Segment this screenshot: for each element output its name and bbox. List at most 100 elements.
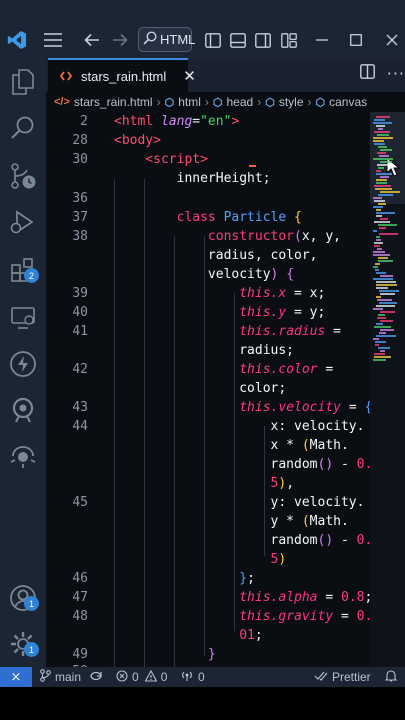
code-line[interactable]: random() - 0. bbox=[46, 531, 370, 550]
tab-close-icon[interactable]: ✕ bbox=[183, 67, 196, 85]
forward-arrow-icon[interactable] bbox=[108, 26, 132, 54]
minimap-line bbox=[374, 119, 385, 121]
code-token: x: velocity. bbox=[114, 419, 365, 434]
code-text: <html lang="en"> bbox=[114, 112, 239, 131]
minimap-line bbox=[376, 287, 388, 289]
vscode-logo-icon bbox=[6, 26, 28, 54]
breadcrumb-item-canvas[interactable]: canvas bbox=[329, 95, 367, 109]
back-arrow-icon[interactable] bbox=[80, 26, 104, 54]
element-cube-icon: ⬡ bbox=[315, 96, 326, 109]
code-line[interactable]: color; bbox=[46, 379, 370, 398]
code-line[interactable]: 38 constructor(x, y, bbox=[46, 227, 370, 246]
maximize-icon[interactable] bbox=[346, 26, 366, 54]
code-editor[interactable]: 2 <html lang="en"> 28 <body> 30 <script> inn… bbox=[46, 112, 370, 667]
code-line[interactable]: 42 this.color = bbox=[46, 360, 370, 379]
code-line[interactable]: 44 x: velocity. bbox=[46, 417, 370, 436]
code-token: () bbox=[317, 457, 334, 472]
breadcrumb-item-html[interactable]: html bbox=[178, 95, 201, 109]
error-count: 0 bbox=[132, 670, 139, 684]
code-token: random bbox=[114, 457, 318, 472]
minimap-line bbox=[378, 203, 386, 205]
search-icon[interactable] bbox=[9, 114, 37, 142]
sync-icon[interactable] bbox=[89, 670, 103, 685]
minimap[interactable] bbox=[370, 112, 405, 667]
command-center-search[interactable]: HTML bbox=[138, 27, 195, 52]
toggle-panel-icon[interactable] bbox=[228, 26, 248, 54]
code-line[interactable]: 5) bbox=[46, 550, 370, 569]
toggle-primary-sidebar-icon[interactable] bbox=[203, 26, 223, 54]
code-line[interactable]: 48 this.gravity = 0. bbox=[46, 607, 370, 626]
problems-indicator[interactable]: 0 0 bbox=[116, 667, 167, 687]
minimap-line bbox=[380, 275, 393, 277]
code-token: = bbox=[333, 609, 357, 624]
close-icon[interactable] bbox=[382, 26, 402, 54]
minimap-line bbox=[380, 329, 394, 331]
code-line[interactable]: 41 this.radius = bbox=[46, 322, 370, 341]
breadcrumb-item-head[interactable]: head bbox=[227, 95, 254, 109]
code-token: random bbox=[114, 533, 318, 548]
tab-stars-rain-html[interactable]: stars_rain.html ✕ bbox=[48, 58, 196, 92]
element-cube-icon: ⬡ bbox=[265, 96, 275, 109]
code-line[interactable]: 2 <html lang="en"> bbox=[46, 112, 370, 131]
code-line[interactable]: 46 }; bbox=[46, 569, 370, 588]
gitlens-icon[interactable] bbox=[9, 396, 37, 424]
chevron-right-icon: › bbox=[204, 95, 209, 109]
code-line[interactable]: 39 this.x = x; bbox=[46, 284, 370, 303]
minimap-line bbox=[376, 209, 381, 211]
code-token: 0. bbox=[356, 457, 370, 472]
breadcrumb-item-style[interactable]: style bbox=[279, 95, 304, 109]
code-line[interactable]: 45 y: velocity. bbox=[46, 493, 370, 512]
branch-indicator[interactable]: main bbox=[40, 667, 103, 687]
minimap-line bbox=[374, 221, 390, 223]
code-token: ( bbox=[301, 438, 310, 453]
source-control-icon[interactable] bbox=[9, 162, 37, 190]
line-number: 42 bbox=[72, 362, 88, 377]
toggle-secondary-sidebar-icon[interactable] bbox=[253, 26, 273, 54]
thunder-client-icon[interactable] bbox=[9, 350, 37, 378]
code-line[interactable]: radius, color, bbox=[46, 246, 370, 265]
code-line[interactable]: innerHeight; bbox=[46, 169, 370, 188]
code-line[interactable]: 43 this.velocity = { bbox=[46, 398, 370, 417]
html-file-icon: </> bbox=[54, 96, 70, 108]
remote-indicator[interactable]: ⨯ bbox=[0, 667, 32, 687]
code-line[interactable]: x * (Math. bbox=[46, 436, 370, 455]
code-line[interactable]: 01; bbox=[46, 626, 370, 645]
minimap-line bbox=[378, 146, 387, 148]
code-line[interactable]: 30 <script> bbox=[46, 150, 370, 169]
code-line[interactable]: velocity) { bbox=[46, 265, 370, 284]
code-token: = bbox=[317, 362, 334, 377]
minimap-line bbox=[376, 125, 385, 127]
line-number: 39 bbox=[72, 286, 88, 301]
status-bar: ⨯ main 0 0 0 Prettier bbox=[0, 667, 405, 687]
line-number: 40 bbox=[72, 305, 88, 320]
code-line[interactable]: 40 this.y = y; bbox=[46, 303, 370, 322]
minimize-icon[interactable] bbox=[312, 26, 332, 54]
more-actions-icon[interactable]: ··· bbox=[387, 64, 405, 83]
split-editor-icon[interactable] bbox=[359, 64, 375, 83]
live-share-icon[interactable] bbox=[9, 442, 37, 470]
code-line[interactable]: 37 class Particle { bbox=[46, 208, 370, 227]
line-number: 30 bbox=[72, 152, 88, 167]
notifications-bell[interactable] bbox=[384, 667, 398, 687]
prettier-indicator[interactable]: Prettier bbox=[314, 667, 371, 687]
minimap-line bbox=[373, 359, 386, 361]
run-debug-icon[interactable] bbox=[9, 208, 37, 236]
explorer-icon[interactable] bbox=[9, 68, 37, 96]
minimap-line bbox=[373, 140, 384, 142]
hamburger-menu-icon[interactable] bbox=[40, 26, 66, 54]
code-line[interactable]: 47 this.alpha = 0.8; bbox=[46, 588, 370, 607]
code-token: <html bbox=[114, 114, 161, 129]
code-line[interactable]: y * (Math. bbox=[46, 512, 370, 531]
minimap-line bbox=[374, 356, 391, 358]
customize-layout-icon[interactable] bbox=[279, 26, 299, 54]
breadcrumb-item-file[interactable]: stars_rain.html bbox=[74, 95, 153, 109]
ports-indicator[interactable]: 0 bbox=[180, 667, 205, 687]
code-line[interactable]: random() - 0. bbox=[46, 455, 370, 474]
code-line[interactable]: 5), bbox=[46, 474, 370, 493]
code-line[interactable]: 28 <body> bbox=[46, 131, 370, 150]
remote-explorer-icon[interactable] bbox=[9, 304, 37, 332]
editor-actions: ··· bbox=[359, 64, 405, 83]
code-line[interactable]: radius; bbox=[46, 341, 370, 360]
git-branch-icon bbox=[40, 669, 51, 685]
code-line[interactable]: 36 bbox=[46, 189, 370, 208]
